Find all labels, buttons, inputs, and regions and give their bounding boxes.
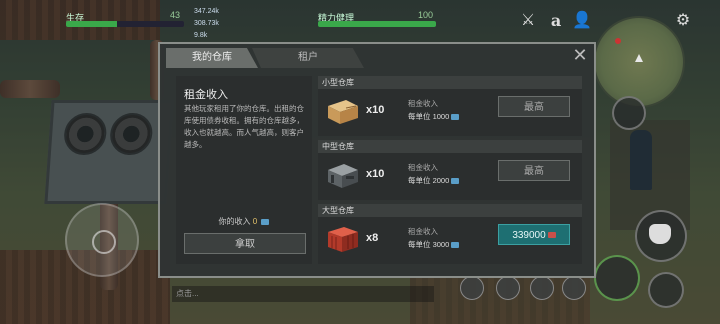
warehouse-count: x10	[366, 168, 385, 180]
fist-icon	[649, 224, 671, 244]
player-marker-icon	[635, 54, 643, 62]
medium-crate-icon	[328, 164, 358, 188]
health-value: 43	[170, 10, 181, 20]
max-button[interactable]: 最高	[498, 96, 570, 117]
bond-icon	[451, 114, 460, 121]
rent-rate: 每单位 1000	[408, 111, 460, 122]
rent-rate-text: 每单位 2000	[408, 176, 450, 185]
tab-my-warehouse[interactable]: 我的仓库	[166, 48, 258, 68]
income-label: 你的收入	[218, 217, 251, 226]
clan-icon[interactable]: ⚔	[518, 11, 538, 31]
craft-icon[interactable]	[562, 276, 586, 300]
crouch-button[interactable]	[648, 272, 684, 308]
rent-label: 租金收入	[408, 227, 438, 236]
health-bar-fill	[66, 21, 117, 27]
rent-label: 租金收入	[408, 99, 438, 108]
coupon-icon	[547, 232, 556, 239]
warehouse-name: 大型仓库	[318, 204, 582, 217]
warehouse-small: 小型仓库 x10 租金收入 每单位 1000 最高	[318, 76, 582, 136]
bond-icon	[451, 242, 460, 249]
bond-icon	[261, 218, 270, 225]
rent-rate: 每单位 2000	[408, 175, 460, 186]
rent-income-title: 租金收入	[184, 89, 228, 101]
achievement-icon[interactable]: a	[546, 11, 566, 31]
tab-tenants[interactable]: 租户	[252, 48, 364, 68]
buy-warehouse-button[interactable]: 339000	[498, 224, 570, 245]
chat-input[interactable]: 点击...	[172, 286, 434, 302]
your-income: 你的收入 0	[176, 216, 312, 227]
gather-hand-button[interactable]	[594, 255, 640, 301]
warehouse-name: 中型仓库	[318, 140, 582, 153]
inventory-icon[interactable]	[496, 276, 520, 300]
minimap[interactable]	[593, 16, 685, 108]
dialog-tabs: 我的仓库 租户	[166, 48, 364, 68]
price-value: 339000	[512, 230, 546, 241]
resource-2: 308.73k	[194, 20, 219, 27]
rent-income-panel: 租金收入 其他玩家租用了你的仓库。出租的仓库使用债券收租。拥有的仓库越多，收入也…	[176, 76, 312, 264]
rent-label: 租金收入	[408, 163, 438, 172]
small-crate-icon	[328, 100, 358, 124]
settings-gear-icon[interactable]: ⚙	[673, 11, 693, 31]
quest-icon[interactable]	[460, 276, 484, 300]
attack-fist-button[interactable]	[635, 210, 687, 262]
warehouse-medium: 中型仓库 x10 租金收入 每单位 2000 最高	[318, 140, 582, 200]
crossed-swords-icon[interactable]	[612, 96, 646, 130]
map-icon[interactable]	[530, 276, 554, 300]
enemy-marker-icon	[615, 38, 621, 44]
warehouse-name: 小型仓库	[318, 76, 582, 89]
rent-rate-text: 每单位 3000	[408, 240, 450, 249]
rent-rate: 每单位 3000	[408, 239, 460, 250]
rent-rate-text: 每单位 1000	[408, 112, 450, 121]
rental-dialog: 我的仓库 租户 ✕ 租金收入 其他玩家租用了你的仓库。出租的仓库使用债券收租。拥…	[158, 42, 596, 278]
large-container-icon	[328, 227, 358, 252]
collect-button[interactable]: 拿取	[184, 233, 306, 254]
joystick-knob[interactable]	[92, 230, 116, 254]
resource-1: 347.24k	[194, 8, 219, 15]
energy-bar	[318, 21, 436, 27]
health-bar	[66, 21, 184, 27]
resource-3: 9.8k	[194, 32, 208, 39]
movement-joystick[interactable]	[65, 203, 139, 277]
friends-icon[interactable]: 👤	[572, 11, 592, 31]
energy-value: 100	[418, 10, 434, 20]
warehouse-large: 大型仓库 x8 租金收入 每单位 3000 339000	[318, 204, 582, 264]
max-button[interactable]: 最高	[498, 160, 570, 181]
bond-icon	[451, 178, 460, 185]
warehouse-count: x10	[366, 104, 385, 116]
income-value: 0	[252, 217, 258, 226]
close-icon[interactable]: ✕	[572, 46, 588, 64]
warehouse-count: x8	[366, 232, 379, 244]
rent-income-description: 其他玩家租用了你的仓库。出租的仓库使用债券收租。拥有的仓库越多，收入也就越高。而…	[184, 104, 304, 149]
energy-bar-fill	[318, 21, 436, 27]
